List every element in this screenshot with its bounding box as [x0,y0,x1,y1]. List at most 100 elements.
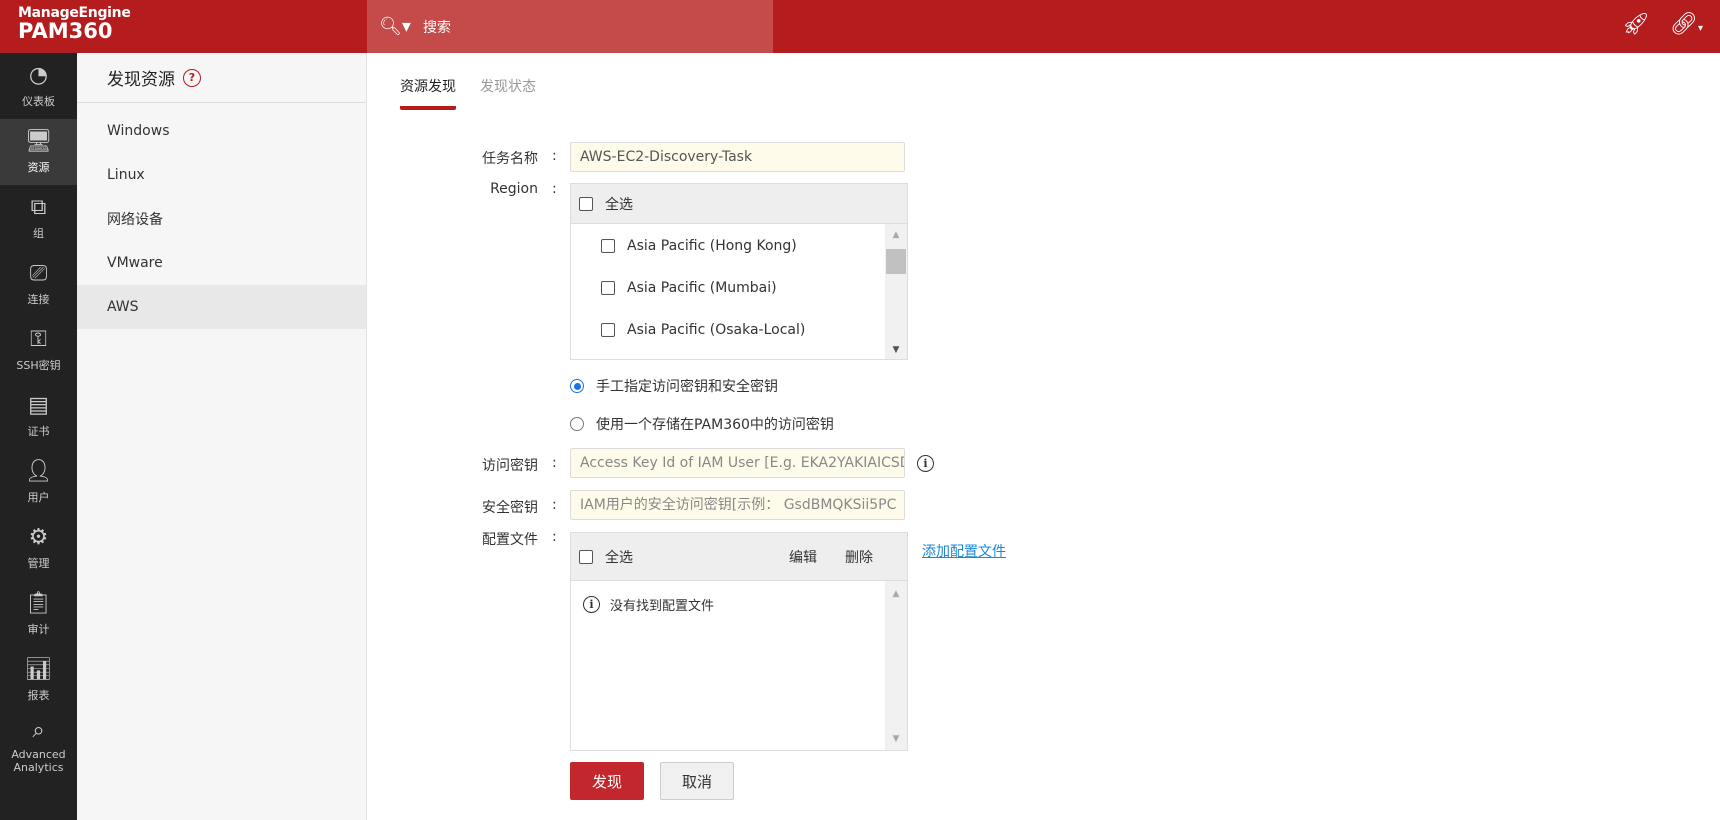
nav-admin[interactable]: ⚙ 管理 [0,515,77,581]
tabs: 资源发现 发现状态 [400,76,536,110]
nav-reports[interactable]: 📊︎ 报表 [0,647,77,713]
region-scrollbar[interactable]: ▲ ▼ [885,224,907,359]
region-checkbox[interactable] [601,239,615,253]
tab-discovery-status[interactable]: 发现状态 [480,76,536,110]
search-input[interactable]: 搜索 [423,17,451,37]
region-label: Region [490,181,538,197]
radio-label: 手工指定访问密钥和安全密钥 [596,379,778,395]
nav-label: 资源 [27,161,50,174]
nav-label: 连接 [27,293,50,306]
config-list-header: 全选 编辑 删除 [571,533,907,581]
nav-dashboard[interactable]: ◔ 仪表板 [0,53,77,119]
select-all-label: 全选 [605,196,633,213]
sidebar-item-aws[interactable]: AWS [77,285,366,329]
access-key-label: 访问密钥 [482,458,538,474]
search-icon[interactable]: 🔍︎▾ [379,16,413,37]
search-bar[interactable]: 🔍︎▾ 搜索 [367,0,773,53]
ssh-key-icon: ⚿ [30,327,47,352]
discovery-sidebar: 发现资源? Windows Linux 网络设备 VMware AWS [77,53,367,820]
product-name: PAM360 [18,19,113,43]
sidebar-item-vmware[interactable]: VMware [77,241,366,285]
region-select-all[interactable]: 全选 [571,184,907,224]
select-all-checkbox[interactable] [579,196,593,211]
add-config-file-link[interactable]: 添加配置文件 [922,541,1006,561]
config-file-label: 配置文件 [482,532,538,548]
radio-label: 使用一个存储在PAM360中的访问密钥 [596,417,834,433]
task-name-input[interactable]: AWS-EC2-Discovery-Task [570,142,905,172]
region-items: Asia Pacific (Hong Kong) Asia Pacific (M… [571,224,907,359]
sidebar-item-network-devices[interactable]: 网络设备 [77,197,366,241]
colon: : [552,497,557,513]
nav-label: 报表 [27,689,50,702]
nav-label: 仪表板 [22,95,55,108]
info-icon: i [583,596,600,613]
scroll-down-icon[interactable]: ▼ [885,734,907,744]
scroll-up-icon[interactable]: ▲ [885,589,907,599]
scroll-thumb[interactable] [886,249,906,274]
region-name: Asia Pacific (Mumbai) [627,280,777,296]
dashboard-icon: ◔ [28,63,49,88]
region-item[interactable]: Asia Pacific (Osaka-Local) [601,322,805,338]
discover-button[interactable]: 发现 [570,762,644,800]
task-name-label: 任务名称 [482,151,538,167]
connection-icon: ⎚ [29,261,48,286]
gear-icon: ⚙ [28,525,49,550]
logo[interactable]: ManageEngine PAM360 [18,5,131,43]
nav-groups[interactable]: ⧉ 组 [0,185,77,251]
region-name: Asia Pacific (Osaka-Local) [627,322,806,338]
nav-label: 组 [33,227,44,240]
radio-stored-key[interactable]: 使用一个存储在PAM360中的访问密钥 [570,414,834,434]
config-items: i 没有找到配置文件 ▲ ▼ [571,581,907,750]
nav-resources[interactable]: 🖥︎ 资源 [0,119,77,185]
help-icon[interactable]: ? [183,68,201,87]
region-checkbox[interactable] [601,281,615,295]
top-header: ManageEngine PAM360 🔍︎▾ 搜索 🚀︎ 🔗︎▾ [0,0,1720,53]
region-item[interactable]: Asia Pacific (Mumbai) [601,280,777,296]
nav-label: 用户 [27,491,50,504]
rocket-icon[interactable]: 🚀︎ [1622,12,1650,37]
region-checkbox[interactable] [601,323,615,337]
nav-label: SSH密钥 [16,359,61,372]
nav-users[interactable]: 👤︎ 用户 [0,449,77,515]
colon: : [552,455,557,471]
link-icon[interactable]: 🔗︎▾ [1670,12,1703,37]
delete-column: 删除 [845,549,873,566]
region-item[interactable]: Asia Pacific (Hong Kong) [601,238,797,254]
cancel-button[interactable]: 取消 [660,762,734,800]
nav-label: 管理 [27,557,50,570]
select-all-checkbox[interactable] [579,549,593,564]
nav-analytics[interactable]: ⌕ Advanced Analytics [0,713,77,779]
analytics-icon: ⌕ [32,718,45,743]
sidebar-item-windows[interactable]: Windows [77,109,366,153]
access-key-input[interactable]: Access Key Id of IAM User [E.g. EKA2YAKI… [570,448,905,478]
radio-button[interactable] [570,379,584,393]
group-icon: ⧉ [30,195,47,220]
radio-button[interactable] [570,417,584,431]
nav-ssh-keys[interactable]: ⚿ SSH密钥 [0,317,77,383]
region-list: 全选 Asia Pacific (Hong Kong) Asia Pacific… [570,183,908,360]
nav-label: 审计 [27,623,50,636]
config-scrollbar[interactable]: ▲ ▼ [885,581,907,750]
nav-label: 证书 [27,425,50,438]
info-icon[interactable]: i [917,455,934,472]
region-name: Asia Pacific (Hong Kong) [627,238,797,254]
scroll-down-icon[interactable]: ▼ [885,345,907,355]
empty-message: i 没有找到配置文件 [583,595,714,614]
nav-connections[interactable]: ⎚ 连接 [0,251,77,317]
nav-certificates[interactable]: ▤ 证书 [0,383,77,449]
scroll-up-icon[interactable]: ▲ [885,230,907,240]
radio-manual-keys[interactable]: 手工指定访问密钥和安全密钥 [570,376,778,396]
secret-key-input[interactable]: IAM用户的安全访问密钥[示例： GsdBMQKSii5PC [570,490,905,520]
edit-column: 编辑 [789,549,817,566]
empty-text: 没有找到配置文件 [610,599,715,614]
tab-resource-discovery[interactable]: 资源发现 [400,76,456,110]
left-nav: ◔ 仪表板 🖥︎ 资源 ⧉ 组 ⎚ 连接 ⚿ SSH密钥 ▤ 证书 👤︎ 用户 ⚙ 管理 📋︎ 审… [0,53,77,820]
audit-icon: 📋︎ [24,591,53,616]
nav-audit[interactable]: 📋︎ 审计 [0,581,77,647]
secret-key-label: 安全密钥 [482,500,538,516]
colon: : [552,148,557,164]
sidebar-item-linux[interactable]: Linux [77,153,366,197]
sidebar-title-text: 发现资源 [107,70,175,90]
certificate-icon: ▤ [28,393,49,418]
sidebar-title: 发现资源? [77,53,366,103]
